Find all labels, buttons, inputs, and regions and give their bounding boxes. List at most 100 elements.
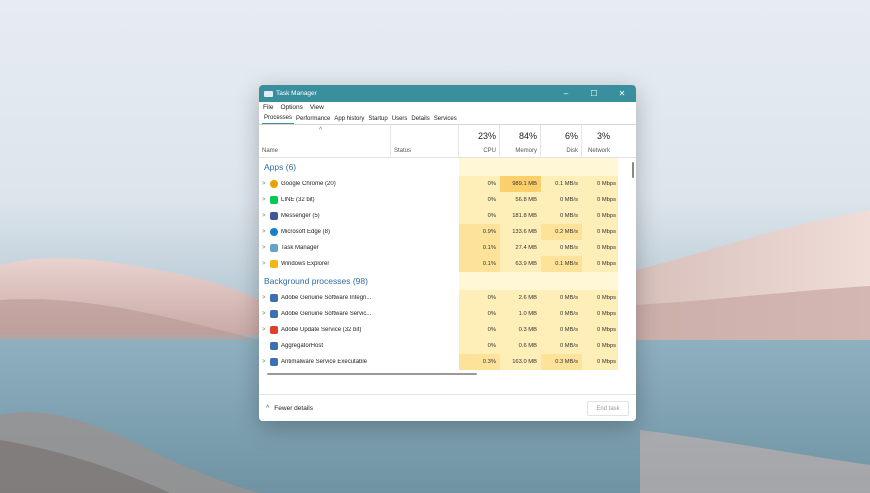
line-icon: [270, 196, 278, 204]
process-name: Google Chrome (20): [281, 181, 336, 187]
process-name: Microsoft Edge (8): [281, 229, 331, 235]
expand-chevron-icon[interactable]: >: [262, 213, 270, 219]
tab-details[interactable]: Details: [409, 116, 431, 124]
fewer-details-label: Fewer details: [274, 404, 313, 412]
memory-value: 163.0 MB: [500, 354, 541, 370]
disk-value: 0 MB/s: [541, 208, 582, 224]
column-header-memory[interactable]: 84% Memory: [500, 125, 541, 157]
menu-options[interactable]: Options: [280, 104, 302, 111]
menu-file[interactable]: File: [263, 104, 273, 111]
process-name: Messenger (5): [281, 213, 320, 219]
expand-chevron-icon[interactable]: >: [262, 327, 270, 333]
table-row[interactable]: > Adobe Genuine Software Integri... 0% 2…: [259, 290, 636, 306]
cpu-value: 0%: [459, 306, 500, 322]
network-value: 0 Mbps: [582, 338, 618, 354]
table-row[interactable]: > Google Chrome (20) 0% 989.1 MB 0.1 MB/…: [259, 176, 636, 192]
tab-processes[interactable]: Processes: [262, 115, 295, 124]
cpu-value: 0.3%: [459, 354, 500, 370]
memory-value: 989.1 MB: [500, 176, 541, 192]
tab-services[interactable]: Services: [432, 116, 459, 124]
tab-startup[interactable]: Startup: [366, 116, 389, 124]
expand-chevron-icon[interactable]: >: [262, 229, 270, 235]
messenger-icon: [270, 212, 278, 220]
process-name: Task Manager: [281, 245, 319, 251]
cpu-value: 0.1%: [459, 240, 500, 256]
table-row[interactable]: > LINE (32 bit) 0% 56.8 MB 0 MB/s 0 Mbps: [259, 192, 636, 208]
column-header-disk-label: Disk: [566, 148, 578, 154]
memory-total-percent: 84%: [518, 131, 537, 141]
network-value: 0 Mbps: [582, 176, 618, 192]
expand-chevron-icon[interactable]: >: [262, 295, 270, 301]
group-label-apps: Apps (6): [264, 162, 297, 172]
menu-bar: File Options View: [259, 102, 636, 113]
service-icon: [270, 294, 278, 302]
cpu-value: 0.9%: [459, 224, 500, 240]
memory-value: 1.0 MB: [500, 306, 541, 322]
table-row[interactable]: > Microsoft Edge (8) 0.9% 133.6 MB 0.2 M…: [259, 224, 636, 240]
disk-value: 0.2 MB/s: [541, 224, 582, 240]
menu-view[interactable]: View: [310, 104, 324, 111]
column-header-network[interactable]: 3% Network: [582, 125, 623, 157]
title-bar[interactable]: Task Manager – ☐ ✕: [259, 85, 636, 102]
service-icon: [270, 310, 278, 318]
chevron-up-icon: ^: [266, 404, 270, 412]
table-row[interactable]: > Windows Explorer 0.1% 63.9 MB 0.1 MB/s…: [259, 256, 636, 272]
group-label-background: Background processes (98): [264, 276, 368, 286]
table-row[interactable]: > Adobe Genuine Software Servic... 0% 1.…: [259, 306, 636, 322]
column-header-name-label: Name: [262, 148, 279, 154]
expand-chevron-icon[interactable]: >: [262, 245, 270, 251]
memory-value: 181.8 MB: [500, 208, 541, 224]
disk-value: 0 MB/s: [541, 322, 582, 338]
tab-bar: Processes Performance App history Startu…: [259, 113, 636, 125]
table-row[interactable]: > Messenger (5) 0% 181.8 MB 0 MB/s 0 Mbp…: [259, 208, 636, 224]
memory-value: 133.6 MB: [500, 224, 541, 240]
expand-chevron-icon[interactable]: >: [262, 181, 270, 187]
cpu-total-percent: 23%: [477, 131, 496, 141]
fewer-details-button[interactable]: ^ Fewer details: [266, 405, 313, 412]
table-row[interactable]: > Antimalware Service Executable 0.3% 16…: [259, 354, 636, 370]
chrome-icon: [270, 180, 278, 188]
expand-chevron-icon[interactable]: >: [262, 261, 270, 267]
table-row[interactable]: > Adobe Update Service (32 bit) 0% 0.3 M…: [259, 322, 636, 338]
disk-value: 0.1 MB/s: [541, 176, 582, 192]
process-name: Adobe Genuine Software Integri...: [281, 295, 372, 301]
column-header-cpu[interactable]: 23% CPU: [459, 125, 500, 157]
close-button[interactable]: ✕: [608, 85, 636, 102]
network-value: 0 Mbps: [582, 240, 618, 256]
disk-value: 0 MB/s: [541, 192, 582, 208]
horizontal-scrollbar[interactable]: [267, 373, 477, 375]
table-row[interactable]: AggregatorHost 0% 0.6 MB 0 MB/s 0 Mbps: [259, 338, 636, 354]
maximize-button[interactable]: ☐: [580, 85, 608, 102]
group-header-background[interactable]: Background processes (98): [259, 272, 636, 290]
process-name: Adobe Update Service (32 bit): [281, 327, 362, 333]
memory-value: 27.4 MB: [500, 240, 541, 256]
expand-chevron-icon[interactable]: >: [262, 359, 270, 365]
process-name: Windows Explorer: [281, 261, 330, 267]
expand-chevron-icon[interactable]: >: [262, 197, 270, 203]
cpu-value: 0%: [459, 290, 500, 306]
process-name: AggregatorHost: [281, 343, 324, 349]
network-value: 0 Mbps: [582, 256, 618, 272]
memory-value: 0.3 MB: [500, 322, 541, 338]
column-header-name[interactable]: ^ Name: [259, 125, 391, 157]
group-header-apps[interactable]: Apps (6): [259, 158, 636, 176]
tab-performance[interactable]: Performance: [294, 116, 332, 124]
process-name: LINE (32 bit): [281, 197, 315, 203]
minimize-button[interactable]: –: [552, 85, 580, 102]
cpu-value: 0%: [459, 192, 500, 208]
task-manager-icon: [270, 244, 278, 252]
process-list[interactable]: Apps (6) > Google Chrome (20) 0% 989.1 M…: [259, 158, 636, 380]
disk-value: 0 MB/s: [541, 240, 582, 256]
column-header-disk[interactable]: 6% Disk: [541, 125, 582, 157]
end-task-button[interactable]: End task: [587, 401, 629, 416]
sort-up-icon: ^: [319, 127, 323, 134]
disk-value: 0 MB/s: [541, 338, 582, 354]
tab-app-history[interactable]: App history: [332, 116, 366, 124]
cpu-value: 0%: [459, 322, 500, 338]
table-row[interactable]: > Task Manager 0.1% 27.4 MB 0 MB/s 0 Mbp…: [259, 240, 636, 256]
column-header-status[interactable]: Status: [391, 125, 459, 157]
memory-value: 56.8 MB: [500, 192, 541, 208]
tab-users[interactable]: Users: [390, 116, 410, 124]
expand-chevron-icon[interactable]: >: [262, 311, 270, 317]
disk-value: 0 MB/s: [541, 306, 582, 322]
